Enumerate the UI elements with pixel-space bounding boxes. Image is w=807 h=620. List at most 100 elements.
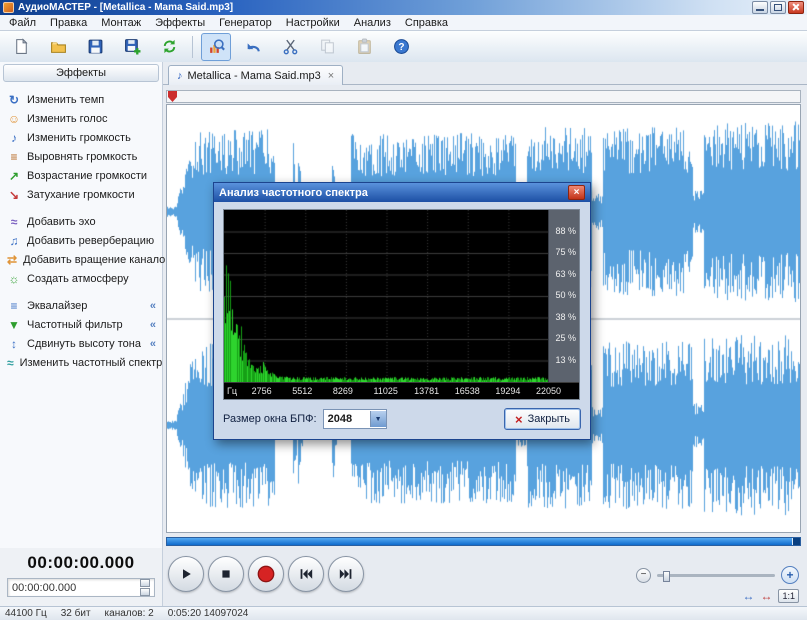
toolbar: ?	[0, 31, 807, 63]
time-panel: 00:00:00.000 00:00:00.000	[0, 548, 163, 606]
y-axis-label: 88 %	[555, 225, 576, 236]
selection-time: 00:00:00.000	[12, 581, 77, 594]
effect-label: Изменить частотный спектр	[19, 356, 163, 369]
effect-item[interactable]: ↻ Изменить темп	[0, 90, 162, 109]
effect-item[interactable]: ↗ Возрастание громкости	[0, 166, 162, 185]
timeline-ruler[interactable]	[166, 90, 801, 103]
dialog-close-button[interactable]: ×	[568, 185, 585, 200]
skip-forward-button[interactable]	[328, 556, 364, 592]
status-item: 32 бит	[60, 608, 91, 619]
y-axis-label: 75 %	[555, 247, 576, 257]
menu-item[interactable]: Монтаж	[94, 17, 148, 29]
tab-close-icon[interactable]: ×	[328, 70, 334, 82]
audiomaster-window: АудиоМАСТЕР - [Metallica - Mama Said.mp3…	[0, 0, 807, 620]
expand-arrow-icon[interactable]: «	[150, 338, 156, 350]
x-axis-label: 19294	[495, 386, 521, 396]
menu-item[interactable]: Справка	[398, 17, 455, 29]
seek-thumb[interactable]	[792, 538, 800, 545]
seek-bar[interactable]	[166, 537, 801, 546]
maximize-button[interactable]	[770, 1, 786, 14]
expand-arrow-icon[interactable]: «	[150, 319, 156, 331]
zoom-ratio-button[interactable]: 1:1	[778, 589, 799, 603]
effect-item[interactable]: ☺ Изменить голос	[0, 109, 162, 128]
menu-item[interactable]: Настройки	[279, 17, 347, 29]
menu-item[interactable]: Файл	[2, 17, 43, 29]
window-controls	[752, 1, 804, 14]
dialog-close-icon: ×	[573, 186, 580, 198]
effect-item[interactable]: ≈ Изменить частотный спектр	[0, 353, 162, 372]
zoom-slider[interactable]	[657, 570, 775, 582]
maximize-icon	[774, 4, 782, 11]
effects-panel: Эффекты ↻ Изменить темп ☺ Изменить голос ♪ Из…	[0, 62, 171, 548]
copy-icon	[319, 38, 336, 55]
fft-size-select[interactable]: 2048 ▼	[322, 409, 387, 429]
effects-panel-header: Эффекты	[3, 64, 159, 82]
fit-horizontal-icon[interactable]: ↔	[742, 590, 754, 602]
music-note-icon: ♪	[177, 69, 183, 82]
effect-item[interactable]: ↘ Затухание громкости	[0, 185, 162, 204]
dialog-close-action-button[interactable]: × Закрыть	[504, 408, 581, 430]
effect-label: Частотный фильтр	[27, 318, 123, 331]
zoom-in-button[interactable]: +	[781, 566, 799, 584]
help-button[interactable]: ?	[386, 33, 416, 61]
convert-button[interactable]	[154, 33, 184, 61]
fft-size-label: Размер окна БПФ:	[223, 413, 317, 425]
convert-arrows-icon	[161, 38, 178, 55]
y-axis-label: 50 %	[555, 290, 576, 300]
close-window-button[interactable]	[788, 1, 804, 14]
effect-item[interactable]: ♪ Изменить громкость	[0, 128, 162, 147]
menu-item[interactable]: Эффекты	[148, 17, 212, 29]
stop-button[interactable]	[208, 556, 244, 592]
tab-label: Metallica - Mama Said.mp3	[187, 69, 321, 82]
stop-icon	[218, 566, 234, 582]
effect-item[interactable]: ≈ Добавить эхо	[0, 212, 162, 231]
x-axis-label: 11025	[373, 386, 398, 396]
effect-item[interactable]: ≡ Эквалайзер «	[0, 296, 162, 315]
status-item: 44100 Гц	[5, 608, 47, 619]
record-button[interactable]	[248, 556, 284, 592]
play-icon	[178, 566, 194, 582]
fit-selection-icon[interactable]: ↔	[760, 590, 772, 602]
save-button[interactable]	[80, 33, 110, 61]
effect-item[interactable]: ⇄ Добавить вращение каналов	[0, 250, 171, 269]
spectrum-canvas	[224, 210, 549, 382]
menu-item[interactable]: Анализ	[347, 17, 398, 29]
menu-item[interactable]: Генератор	[212, 17, 279, 29]
scale-controls: ↔ ↔ 1:1	[742, 589, 799, 603]
help-icon: ?	[393, 38, 410, 55]
effects-panel-title: Эффекты	[55, 67, 106, 79]
play-button[interactable]	[168, 556, 204, 592]
effect-item[interactable]: ☼ Создать атмосферу	[0, 269, 162, 288]
cut-button[interactable]	[275, 33, 305, 61]
normalize-volume-icon: ≡	[10, 149, 18, 164]
time-spin-down-button[interactable]	[140, 588, 150, 596]
close-icon	[789, 2, 803, 13]
effect-item[interactable]: ▼ Частотный фильтр «	[0, 315, 162, 334]
status-item: каналов: 2	[104, 608, 154, 619]
open-file-button[interactable]	[43, 33, 73, 61]
minimize-button[interactable]	[752, 1, 768, 14]
dialog-controls: Размер окна БПФ: 2048 ▼ × Закрыть	[223, 408, 581, 430]
tab-mama-said[interactable]: ♪ Metallica - Mama Said.mp3 ×	[168, 65, 344, 85]
save-as-button[interactable]	[117, 33, 147, 61]
zoom-out-button[interactable]: −	[636, 567, 651, 583]
floppy-disk-icon	[87, 38, 104, 55]
time-spin-up-button[interactable]	[140, 579, 150, 587]
effect-item[interactable]: ♫ Добавить реверберацию	[0, 231, 162, 250]
position-marker[interactable]	[168, 91, 177, 102]
skip-back-button[interactable]	[288, 556, 324, 592]
zoom-slider-thumb[interactable]	[663, 570, 670, 582]
new-file-button[interactable]	[6, 33, 36, 61]
pitch-shift-icon: ↕	[11, 336, 17, 351]
tab-bar: ♪ Metallica - Mama Said.mp3 ×	[163, 62, 807, 85]
minimize-icon	[756, 9, 764, 11]
spectrum-analysis-button[interactable]	[201, 32, 231, 61]
effect-item[interactable]: ↕ Сдвинуть высоту тона «	[0, 334, 162, 353]
skip-back-icon	[298, 566, 314, 582]
expand-arrow-icon[interactable]: «	[150, 300, 156, 312]
undo-button[interactable]	[238, 33, 268, 61]
skip-forward-icon	[338, 566, 354, 582]
effect-item[interactable]: ≡ Выровнять громкость	[0, 147, 162, 166]
zoom-controls: − +	[636, 566, 799, 584]
menu-item[interactable]: Правка	[43, 17, 94, 29]
